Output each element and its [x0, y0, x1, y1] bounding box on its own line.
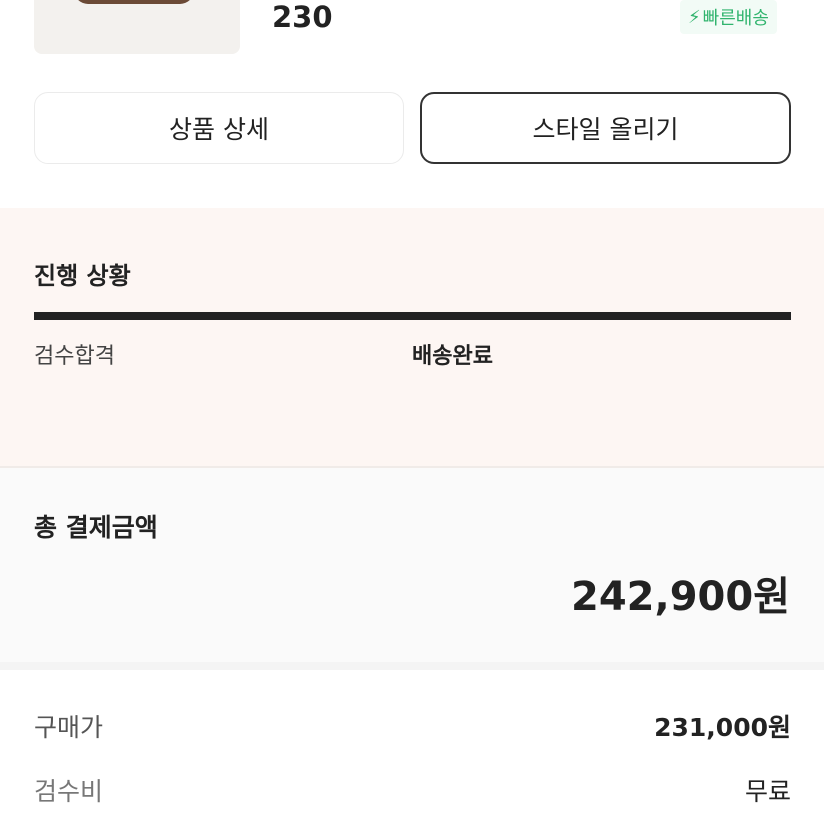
lightning-bolt-icon: ⚡ [688, 6, 701, 28]
step-delivered: 배송완료 [412, 344, 493, 369]
progress-bar-fill [34, 312, 791, 320]
progress-section: 진행 상황 검수합격 배송완료 [0, 208, 824, 466]
inspection-fee-value: 무료 [744, 777, 791, 806]
fast-delivery-label: 빠른배송 [702, 8, 769, 29]
purchase-price-row: 구매가 231,000원 [34, 706, 791, 746]
product-detail-button[interactable]: 상품 상세 [34, 92, 404, 164]
product-size: 230 [272, 0, 333, 34]
upload-style-button[interactable]: 스타일 올리기 [420, 92, 791, 164]
product-thumbnail[interactable] [34, 0, 240, 54]
total-payment-label: 총 결제금액 [34, 513, 158, 542]
section-divider [0, 662, 824, 670]
progress-title: 진행 상황 [34, 262, 131, 290]
shoe-image [74, 0, 194, 4]
purchase-price-value: 231,000원 [654, 713, 791, 742]
fast-delivery-badge: ⚡ 빠른배송 [680, 0, 777, 34]
step-inspection-passed: 검수합격 [34, 344, 115, 369]
inspection-fee-label: 검수비 [34, 777, 104, 806]
progress-bar [34, 312, 791, 320]
total-payment-section: 총 결제금액 242,900원 [0, 468, 824, 662]
total-payment-amount: 242,900원 [571, 574, 790, 620]
product-summary: 230 ⚡ 빠른배송 [0, 0, 824, 80]
inspection-fee-row: 검수비 무료 [34, 770, 791, 810]
purchase-price-label: 구매가 [34, 713, 104, 742]
